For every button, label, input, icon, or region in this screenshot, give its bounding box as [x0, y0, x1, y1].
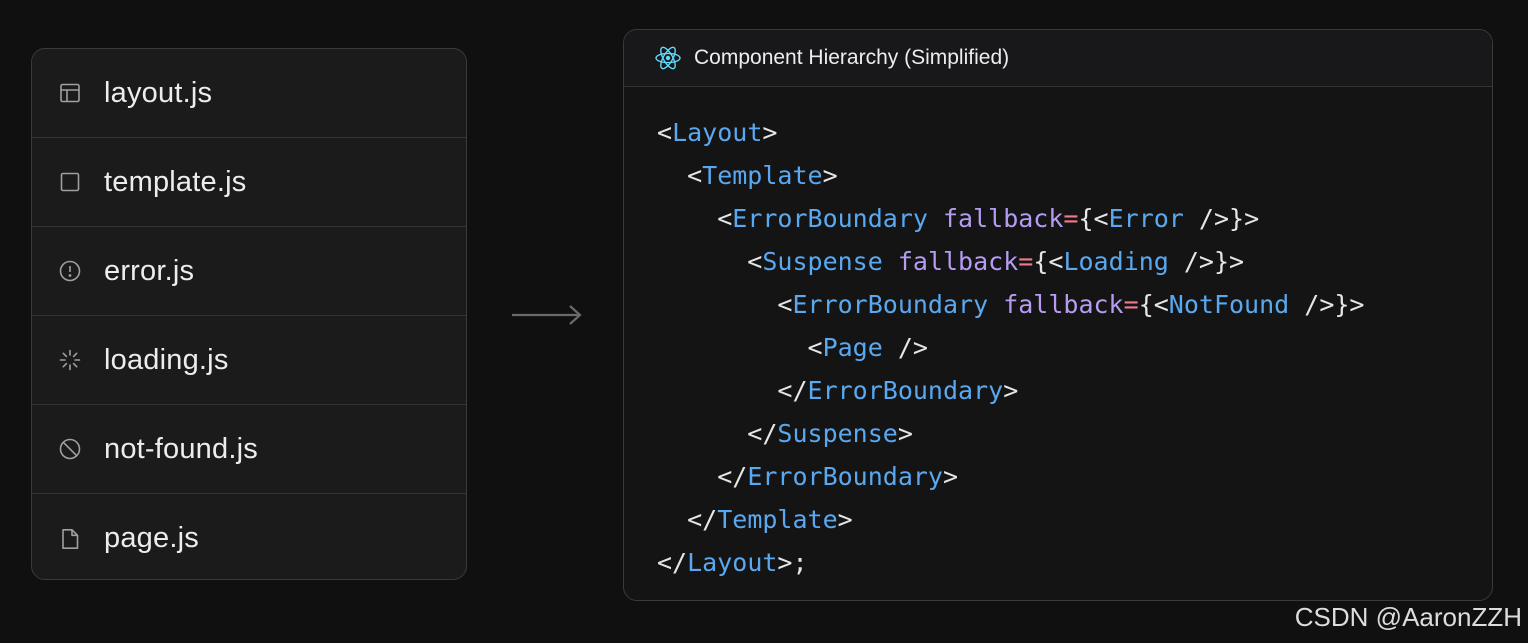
code-token: Layout	[687, 548, 778, 577]
not-found-icon	[58, 437, 82, 461]
code-token: =	[1063, 204, 1079, 233]
code-token: Suspense	[777, 419, 898, 448]
code-token: Error	[1108, 204, 1184, 233]
code-token: />}>	[1289, 290, 1365, 319]
code-line: <ErrorBoundary fallback={<Error />}>	[657, 197, 1492, 240]
code-token: <	[657, 204, 733, 233]
code-token: <	[657, 247, 763, 276]
code-panel: Component Hierarchy (Simplified) <Layout…	[623, 29, 1493, 601]
code-token: >	[1003, 376, 1019, 405]
code-block: <Layout> <Template> <ErrorBoundary fallb…	[624, 87, 1492, 584]
code-token: <	[657, 161, 703, 190]
file-label: not-found.js	[104, 432, 258, 465]
file-label: page.js	[104, 522, 199, 554]
file-row-template: template.js	[32, 138, 466, 227]
file-label: loading.js	[104, 343, 229, 376]
code-line: <Layout>	[657, 111, 1492, 154]
code-line: </Template>	[657, 498, 1492, 541]
panel-title: Component Hierarchy (Simplified)	[694, 46, 1010, 69]
file-label: template.js	[104, 165, 247, 198]
code-token: >	[897, 419, 913, 448]
code-token: {<	[1138, 290, 1169, 319]
file-label: layout.js	[104, 76, 213, 109]
code-line: </Layout>;	[657, 541, 1492, 584]
template-icon	[58, 170, 82, 194]
code-token: fallback	[1003, 290, 1124, 319]
code-token: >	[822, 161, 838, 190]
loading-icon	[58, 348, 82, 372]
react-icon	[654, 44, 682, 72]
code-token: fallback	[897, 247, 1019, 276]
file-row-error: error.js	[32, 227, 466, 316]
code-token: ErrorBoundary	[732, 204, 928, 233]
code-token: </	[657, 548, 688, 577]
code-token: >;	[777, 548, 808, 577]
code-token: Page	[822, 333, 883, 362]
code-token: fallback	[943, 204, 1064, 233]
code-line: <ErrorBoundary fallback={<NotFound />}>	[657, 283, 1492, 326]
code-token: Suspense	[762, 247, 883, 276]
error-icon	[58, 259, 82, 283]
code-token: ErrorBoundary	[807, 376, 1004, 405]
code-token: {<	[1033, 247, 1064, 276]
code-token: </	[657, 462, 748, 491]
code-token: />}>	[1168, 247, 1245, 276]
code-token: />}>	[1183, 204, 1260, 233]
panel-header: Component Hierarchy (Simplified)	[624, 30, 1492, 87]
code-token: Template	[702, 161, 823, 190]
code-token: <	[657, 290, 793, 319]
watermark: CSDN @AaronZZH	[1294, 602, 1522, 632]
code-line: <Suspense fallback={<Loading />}>	[657, 240, 1492, 283]
file-row-not-found: not-found.js	[32, 405, 466, 494]
code-token: ErrorBoundary	[792, 290, 989, 319]
code-token: NotFound	[1168, 290, 1290, 319]
code-token: Loading	[1063, 247, 1169, 276]
file-row-page: page.js	[32, 494, 466, 579]
code-token: >	[762, 118, 778, 147]
diagram-page: layout.js template.js error.js loading.j…	[0, 0, 1528, 643]
code-line: <Page />	[657, 326, 1492, 369]
code-token: ErrorBoundary	[747, 462, 943, 491]
code-token: =	[1018, 247, 1034, 276]
code-line: </ErrorBoundary>	[657, 369, 1492, 412]
code-token: <	[657, 118, 673, 147]
file-row-loading: loading.js	[32, 316, 466, 405]
code-token: </	[657, 505, 718, 534]
page-icon	[58, 527, 82, 551]
code-line: </Suspense>	[657, 412, 1492, 455]
code-token: {<	[1078, 204, 1109, 233]
code-token: Layout	[672, 118, 763, 147]
code-token: =	[1123, 290, 1139, 319]
code-line: <Template>	[657, 154, 1492, 197]
code-token: />	[882, 333, 928, 362]
code-token: >	[837, 505, 853, 534]
code-token: <	[657, 333, 823, 362]
code-token: >	[942, 462, 959, 491]
file-list: layout.js template.js error.js loading.j…	[31, 48, 467, 580]
code-token: </	[657, 376, 808, 405]
file-row-layout: layout.js	[32, 49, 466, 138]
file-label: error.js	[104, 254, 195, 287]
code-token: </	[657, 419, 778, 448]
code-line: </ErrorBoundary>	[657, 455, 1492, 498]
layout-icon	[58, 81, 82, 105]
code-token: Template	[717, 505, 838, 534]
arrow-right-icon	[512, 305, 582, 325]
